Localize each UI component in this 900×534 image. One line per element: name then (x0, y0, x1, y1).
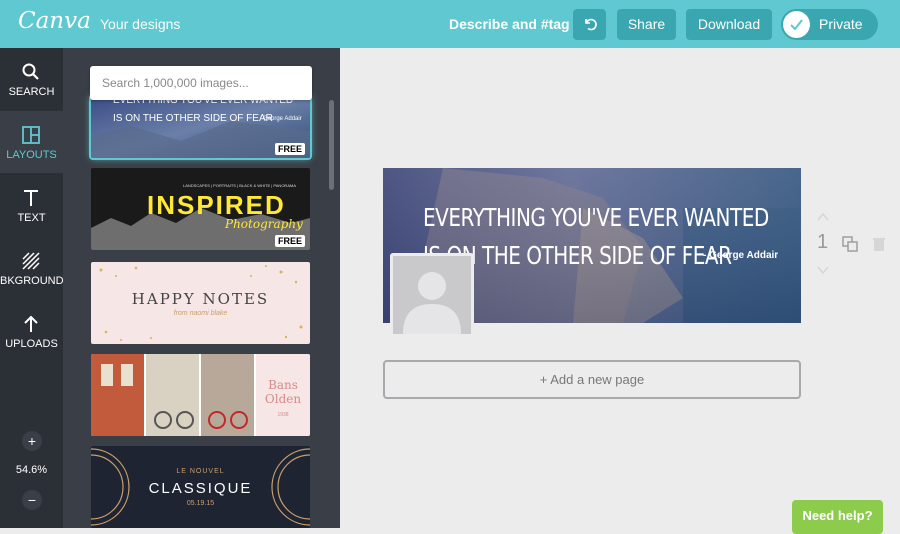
sidebar-item-label: BKGROUND (0, 275, 64, 287)
layouts-panel: Search 1,000,000 images... EVERYTHING YO… (63, 48, 340, 528)
editor-canvas-area: EVERYTHING YOU'VE EVER WANTED IS ON THE … (340, 48, 900, 528)
template-title: HAPPY NOTES (131, 290, 270, 308)
template-subtitle: from naomi blake (173, 310, 228, 317)
layout-thumbnail[interactable]: LANDSCAPES | PORTRAITS | BLACK & WHITE |… (91, 168, 310, 250)
layouts-icon (22, 126, 40, 144)
template-name-line1: Bans (268, 378, 298, 392)
zoom-level: 54.6% (15, 464, 48, 476)
delete-page-icon[interactable] (872, 236, 886, 252)
sidebar-item-label: TEXT (17, 212, 46, 224)
layout-thumbnail[interactable]: HAPPY NOTES from naomi blake (91, 262, 310, 344)
zoom-in-button[interactable]: + (22, 431, 42, 451)
sidebar-item-label: LAYOUTS (6, 149, 57, 161)
private-toggle[interactable]: Private (781, 9, 878, 40)
need-help-button[interactable]: Need help? (792, 500, 883, 534)
zoom-out-button[interactable]: − (22, 490, 42, 510)
private-label: Private (819, 16, 863, 32)
template-topline: LANDSCAPES | PORTRAITS | BLACK & WHITE |… (183, 183, 296, 188)
top-bar: Canva Your designs Describe and #tag Sha… (0, 0, 900, 48)
template-year: 1938 (277, 412, 289, 418)
download-button[interactable]: Download (686, 9, 772, 40)
template-title: CLASSIQUE (148, 480, 253, 497)
page-number: 1 (817, 231, 829, 253)
template-author: George Addair (263, 116, 302, 122)
add-page-button[interactable]: + Add a new page (383, 360, 801, 399)
layout-thumbnail[interactable]: Bans Olden 1938 (91, 354, 310, 436)
sidebar-item-text[interactable]: TEXT (0, 174, 63, 236)
sidebar-item-search[interactable]: SEARCH (0, 48, 63, 110)
design-quote-line1[interactable]: EVERYTHING YOU'VE EVER WANTED (423, 202, 769, 232)
undo-button[interactable] (573, 9, 606, 40)
upload-icon (24, 315, 38, 332)
undo-icon (584, 18, 597, 31)
panel-scrollbar[interactable] (329, 100, 334, 190)
copy-page-icon[interactable] (842, 236, 858, 252)
background-icon (22, 252, 40, 270)
layout-thumbnail[interactable]: EVERYTHING YOU'VE EVER WANTED IS ON THE … (91, 96, 310, 158)
toggle-knob (783, 11, 810, 38)
canva-logo[interactable]: Canva (18, 8, 91, 34)
sidebar-item-background[interactable]: BKGROUND (0, 237, 64, 299)
template-name-line2: Olden (264, 392, 302, 406)
layout-thumbnail[interactable]: LE NOUVEL CLASSIQUE 05.19.15 (91, 446, 310, 528)
template-quote-line2: IS ON THE OTHER SIDE OF FEAR (113, 113, 273, 124)
text-icon (24, 190, 38, 206)
avatar-placeholder-icon (403, 272, 461, 334)
move-up-icon[interactable] (816, 210, 830, 224)
check-icon (790, 19, 803, 31)
sidebar-item-uploads[interactable]: UPLOADS (0, 300, 63, 362)
image-search-input[interactable]: Search 1,000,000 images... (90, 66, 312, 100)
sidebar-item-layouts[interactable]: LAYOUTS (0, 111, 63, 173)
move-down-icon[interactable] (816, 263, 830, 277)
share-button[interactable]: Share (617, 9, 676, 40)
free-badge: FREE (274, 235, 305, 247)
template-script: Photography (225, 217, 303, 231)
template-top: LE NOUVEL (176, 468, 225, 475)
your-designs-link[interactable]: Your designs (100, 16, 180, 32)
free-badge: FREE (274, 143, 305, 155)
template-date: 05.19.15 (186, 500, 215, 507)
sidebar-item-label: UPLOADS (5, 338, 58, 350)
profile-picture-placeholder[interactable] (390, 253, 474, 337)
sidebar-item-label: SEARCH (8, 86, 55, 98)
describe-and-tag-link[interactable]: Describe and #tag (449, 16, 570, 32)
search-icon (22, 63, 39, 80)
design-author[interactable]: - George Addair (703, 250, 778, 261)
left-sidebar: SEARCH LAYOUTS TEXT BKGROUND UPLOADS + 5… (0, 48, 64, 528)
